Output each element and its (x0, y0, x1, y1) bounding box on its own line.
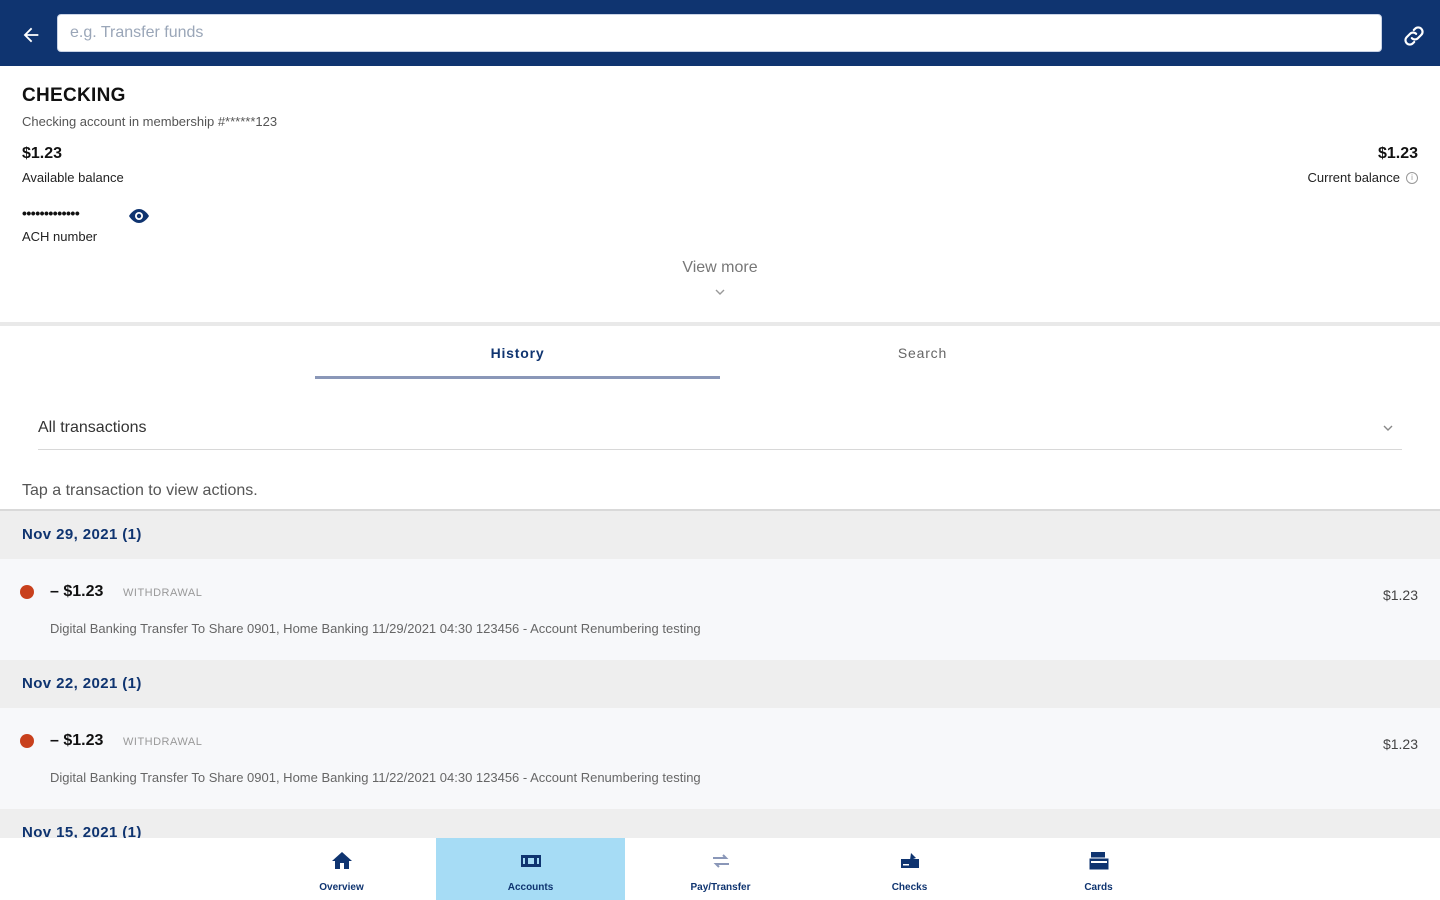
search-field[interactable] (57, 14, 1382, 52)
current-balance-label-row: Current balance i (1307, 170, 1418, 185)
transaction-description: Digital Banking Transfer To Share 0901, … (50, 621, 701, 636)
checks-icon (897, 848, 923, 874)
date-group-label: Nov 22, 2021 (1) (22, 675, 142, 692)
home-icon (329, 848, 355, 874)
filter-selected-value: All transactions (38, 419, 147, 436)
active-tab-indicator (315, 376, 720, 379)
current-balance-value: $1.23 (1377, 145, 1418, 162)
transaction-balance: $1.23 (1382, 587, 1418, 603)
tab-history[interactable]: History (315, 327, 720, 379)
top-app-bar (0, 0, 1440, 66)
transaction-row[interactable]: – $1.23 WITHDRAWAL Digital Banking Trans… (0, 559, 1440, 660)
nav-accounts[interactable]: Accounts (436, 838, 625, 900)
ach-number-label: ACH number (22, 229, 98, 244)
transaction-amount: – $1.23 (50, 583, 104, 600)
nav-label: Accounts (507, 882, 554, 893)
nav-overview[interactable]: Overview (247, 838, 436, 900)
reveal-ach-button[interactable] (126, 206, 152, 226)
section-divider (0, 322, 1440, 326)
date-group-header: Nov 29, 2021 (1) (0, 511, 1440, 559)
transaction-type: WITHDRAWAL (123, 587, 203, 599)
bottom-navigation: Overview Accounts Pay/Transfer Checks Ca… (0, 838, 1440, 900)
available-balance-value: $1.23 (22, 145, 63, 162)
eye-icon (129, 209, 149, 223)
withdrawal-dot-icon (20, 585, 34, 599)
transactions-hint: Tap a transaction to view actions. (22, 482, 258, 499)
account-title: CHECKING (22, 85, 126, 106)
ach-number-masked: ••••••••••••• (22, 205, 80, 221)
transaction-row[interactable]: – $1.23 WITHDRAWAL Digital Banking Trans… (0, 708, 1440, 809)
cards-icon (1086, 848, 1112, 874)
nav-label: Pay/Transfer (690, 882, 751, 893)
nav-pay-transfer[interactable]: Pay/Transfer (626, 838, 815, 900)
tab-search[interactable]: Search (720, 327, 1125, 379)
chevron-down-icon (715, 289, 725, 295)
date-group-header: Nov 22, 2021 (1) (0, 660, 1440, 708)
nav-cards[interactable]: Cards (1004, 838, 1193, 900)
nav-checks[interactable]: Checks (815, 838, 1004, 900)
nav-label: Checks (891, 882, 928, 893)
withdrawal-dot-icon (20, 734, 34, 748)
nav-label: Overview (319, 882, 364, 893)
transaction-amount: – $1.23 (50, 732, 104, 749)
link-button[interactable] (1398, 20, 1430, 52)
nav-label: Cards (1084, 882, 1113, 893)
search-input[interactable] (58, 15, 1381, 51)
info-icon[interactable]: i (1406, 171, 1418, 184)
account-subtitle: Checking account in membership #******12… (22, 114, 278, 129)
accounts-icon (518, 848, 544, 874)
link-icon (1404, 26, 1424, 46)
date-group-label: Nov 29, 2021 (1) (22, 526, 142, 543)
page: CHECKING Checking account in membership … (0, 0, 1440, 900)
transaction-type: WITHDRAWAL (123, 736, 203, 748)
arrow-left-icon (23, 27, 39, 43)
current-balance-label: Current balance (1307, 170, 1401, 185)
transaction-balance: $1.23 (1382, 736, 1418, 752)
chevron-down-icon (1383, 425, 1393, 431)
available-balance-label: Available balance (22, 170, 124, 185)
back-button[interactable] (16, 20, 46, 50)
transfer-icon (708, 848, 734, 874)
transaction-filter-select[interactable]: All transactions (38, 410, 1402, 450)
transaction-description: Digital Banking Transfer To Share 0901, … (50, 770, 701, 785)
view-more-button[interactable]: View more (0, 259, 1440, 277)
